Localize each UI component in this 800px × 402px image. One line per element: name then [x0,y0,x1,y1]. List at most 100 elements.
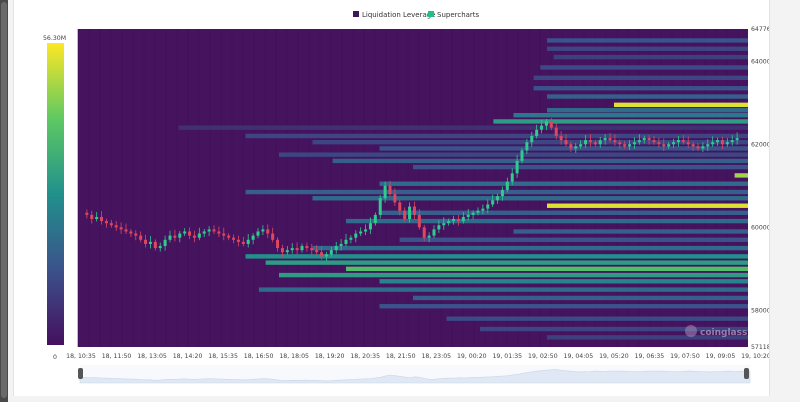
navigator-left-handle[interactable] [78,368,83,379]
x-axis: 18, 10:35 18, 11:50 18, 13:05 18, 14:20 18, … [66,353,771,360]
candle-body [266,229,270,234]
candle-body [261,229,265,232]
x-tick-label: 19, 07:50 [670,353,700,360]
candle-body [295,248,299,251]
candle-body [706,144,710,147]
candle-body [681,140,685,143]
candle-body [657,142,661,145]
liquidation-band [379,210,748,215]
candle-body [388,185,392,195]
candle-body [696,146,700,149]
candle-body [364,229,368,232]
candle-body [134,233,138,236]
x-tick-label: 19, 06:35 [635,353,665,360]
candle-body [359,231,363,234]
y-tick-label: 64776 [751,26,769,33]
candle-body [368,223,372,230]
candle-body [603,138,607,141]
candle-body [613,140,617,143]
liquidation-band [513,113,748,118]
liquidation-band [446,316,748,321]
candle-body [559,135,563,141]
candle-body [735,138,739,141]
liquidation-band [547,203,748,208]
candle-body [114,225,118,228]
navigator-right-handle[interactable] [744,368,749,379]
candle-body [637,140,641,143]
candle-body [202,231,206,234]
candle-body [540,125,544,130]
candle-body [280,248,284,253]
candle-body [373,214,377,224]
candle-body [305,246,309,249]
candle-body [95,216,99,220]
candle-body [437,225,441,230]
candle-body [711,142,715,145]
candle-body [334,246,338,251]
x-tick-label: 19, 09:05 [706,353,736,360]
candle-body [129,231,133,234]
candle-body [720,140,724,145]
candle-body [344,239,348,244]
legend-label-liquidation-leverage[interactable]: Liquidation Leverage [362,11,436,19]
candle-body [383,185,387,199]
liquidation-band [547,94,748,99]
scrollbar-track[interactable] [0,0,8,402]
legend[interactable]: Liquidation Leverage Supercharts [353,11,480,19]
candle-body [642,138,646,141]
candle-body [505,181,509,190]
liquidation-band [279,152,748,157]
x-tick-label: 18, 20:35 [350,353,380,360]
candle-body [119,227,123,230]
candle-body [168,235,172,240]
candle-body [422,227,426,238]
liquidation-band [379,304,748,309]
candle-body [310,248,314,251]
candle-body [251,235,255,240]
liquidation-band [533,86,748,91]
candle-body [598,140,602,145]
candle-body [618,142,622,145]
scrollbar-thumb[interactable] [1,2,7,398]
candle-body [686,142,690,145]
candle-body [496,196,500,201]
candle-body [232,237,236,240]
liquidation-band [245,133,748,139]
liquidation-band [332,158,748,164]
candle-body [442,223,446,226]
liquidation-band [279,272,748,278]
legend-swatch-supercharts[interactable] [428,11,434,17]
liquidation-band [413,164,748,170]
legend-swatch-liquidation-leverage[interactable] [353,11,359,17]
candle-body [320,252,324,257]
candle-body [329,250,333,255]
candle-body [139,235,143,240]
candle-body [662,144,666,147]
y-tick-label: 58000 [751,308,769,315]
candle-body [109,223,113,226]
candle-body [324,254,328,257]
range-navigator[interactable] [78,365,751,384]
candle-body [192,235,196,238]
x-tick-label: 18, 11:50 [102,353,132,360]
candle-body [530,135,534,143]
candle-body [593,142,597,145]
liquidation-band [413,295,748,301]
candle-body [564,140,568,145]
x-tick-label: 19, 10:20 [741,353,769,360]
candle-body [588,140,592,143]
candle-body [579,144,583,147]
candle-body [271,233,275,240]
candle-body [520,150,524,161]
candle-body [481,208,485,211]
liquidation-band [312,196,748,201]
x-tick-label: 18, 18:05 [279,353,309,360]
candle-body [417,214,421,228]
chart-card: Liquidation Leverage Supercharts 56.30M … [13,0,771,396]
liquidation-band [312,245,748,251]
x-tick-label: 18, 23:05 [421,353,451,360]
candle-body [246,239,250,244]
x-tick-label: 19, 00:20 [457,353,487,360]
legend-label-supercharts[interactable]: Supercharts [437,11,480,19]
candle-body [90,214,94,220]
